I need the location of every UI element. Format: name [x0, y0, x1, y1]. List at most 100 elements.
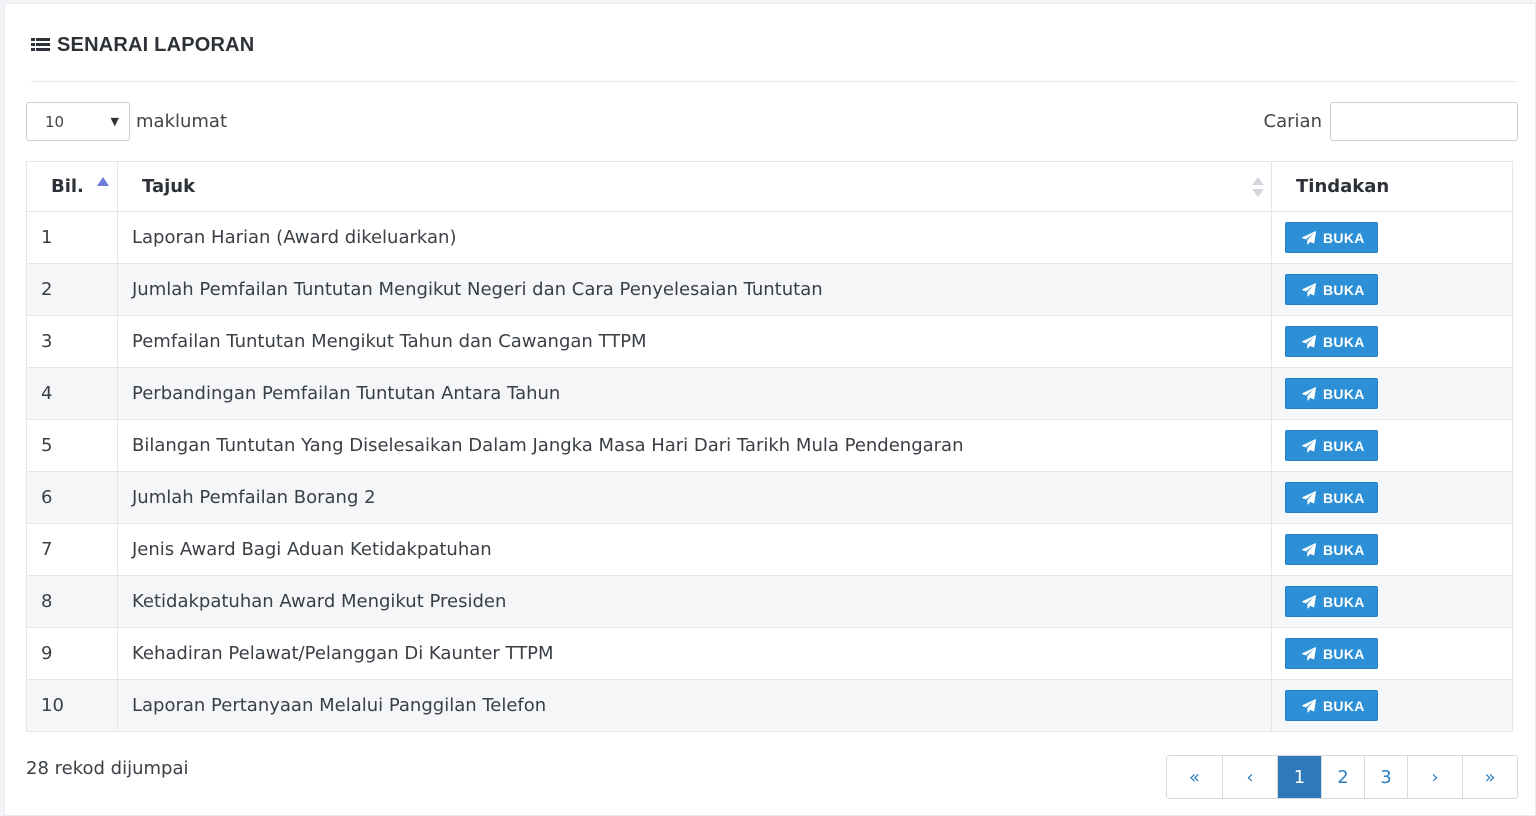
row-title: Jumlah Pemfailan Borang 2 [117, 471, 1272, 524]
row-number: 5 [26, 419, 118, 472]
column-header-tajuk-label: Tajuk [142, 176, 196, 197]
paper-plane-icon [1302, 542, 1316, 556]
row-action: BUKA [1271, 211, 1513, 264]
row-number: 8 [26, 575, 118, 628]
open-report-button-label: BUKA [1323, 697, 1365, 714]
table-row: 7 Jenis Award Bagi Aduan Ketidakpatuhan BU… [26, 523, 1513, 576]
row-action: BUKA [1271, 679, 1513, 732]
open-report-button[interactable]: BUKA [1285, 378, 1378, 409]
entries-per-page-select[interactable]: 10 ▼ [26, 102, 130, 141]
page-title: SENARAI LAPORAN [31, 32, 254, 58]
paper-plane-icon [1302, 438, 1316, 452]
row-number: 10 [26, 679, 118, 732]
open-report-button-label: BUKA [1323, 229, 1365, 246]
page-1-button[interactable]: 1 [1277, 756, 1321, 798]
open-report-button-label: BUKA [1323, 385, 1365, 402]
open-report-button-label: BUKA [1323, 541, 1365, 558]
table-row: 2 Jumlah Pemfailan Tuntutan Mengikut Nege… [26, 263, 1513, 316]
caret-down-icon: ▼ [110, 115, 119, 128]
paper-plane-icon [1302, 646, 1316, 660]
search-label: Carian [1263, 111, 1322, 132]
next-page-button[interactable]: › [1407, 756, 1462, 798]
paper-plane-icon [1302, 490, 1316, 504]
sort-icon [1252, 177, 1264, 197]
open-report-button-label: BUKA [1323, 593, 1365, 610]
row-action: BUKA [1271, 575, 1513, 628]
row-number: 2 [26, 263, 118, 316]
row-title: Laporan Harian (Award dikeluarkan) [117, 211, 1272, 264]
row-title: Jenis Award Bagi Aduan Ketidakpatuhan [117, 523, 1272, 576]
open-report-button[interactable]: BUKA [1285, 586, 1378, 617]
open-report-button[interactable]: BUKA [1285, 222, 1378, 253]
search-box: Carian [1264, 102, 1518, 141]
row-number: 1 [26, 211, 118, 264]
column-header-tajuk[interactable]: Tajuk [117, 161, 1272, 212]
entries-per-page-label: maklumat [136, 111, 228, 132]
pagination: «‹ 1 2 3 ›» [1166, 755, 1518, 799]
table-row: 9 Kehadiran Pelawat/Pelanggan Di Kaunter … [26, 627, 1513, 680]
row-action: BUKA [1271, 367, 1513, 420]
row-title: Jumlah Pemfailan Tuntutan Mengikut Neger… [117, 263, 1272, 316]
paper-plane-icon [1302, 698, 1316, 712]
row-action: BUKA [1271, 523, 1513, 576]
open-report-button[interactable]: BUKA [1285, 430, 1378, 461]
open-report-button-label: BUKA [1323, 333, 1365, 350]
open-report-button-label: BUKA [1323, 281, 1365, 298]
paper-plane-icon [1302, 334, 1316, 348]
row-number: 4 [26, 367, 118, 420]
row-number: 6 [26, 471, 118, 524]
paper-plane-icon [1302, 386, 1316, 400]
row-title: Kehadiran Pelawat/Pelanggan Di Kaunter T… [117, 627, 1272, 680]
paper-plane-icon [1302, 594, 1316, 608]
table-row: 5 Bilangan Tuntutan Yang Diselesaikan Dal… [26, 419, 1513, 472]
first-page-button[interactable]: « [1167, 756, 1222, 798]
row-action: BUKA [1271, 263, 1513, 316]
table-body: 1 Laporan Harian (Award dikeluarkan) BUKA 2… [26, 211, 1513, 732]
open-report-button-label: BUKA [1323, 489, 1365, 506]
open-report-button-label: BUKA [1323, 437, 1365, 454]
sort-ascending-icon [97, 177, 109, 186]
row-action: BUKA [1271, 471, 1513, 524]
table-row: 6 Jumlah Pemfailan Borang 2 BUKA [26, 471, 1513, 524]
paper-plane-icon [1302, 282, 1316, 296]
open-report-button[interactable]: BUKA [1285, 690, 1378, 721]
row-title: Bilangan Tuntutan Yang Diselesaikan Dala… [117, 419, 1272, 472]
column-header-bil[interactable]: Bil. [26, 161, 118, 212]
table-row: 10 Laporan Pertanyaan Melalui Panggilan T… [26, 679, 1513, 732]
column-header-tindakan-label: Tindakan [1296, 176, 1390, 197]
length-menu: 10 ▼ maklumat [26, 102, 227, 141]
row-action: BUKA [1271, 627, 1513, 680]
row-number: 7 [26, 523, 118, 576]
report-table: Bil. Tajuk Tindakan 1 Laporan Harian (Awa… [26, 161, 1513, 732]
table-row: 3 Pemfailan Tuntutan Mengikut Tahun dan C… [26, 315, 1513, 368]
row-title: Laporan Pertanyaan Melalui Panggilan Tel… [117, 679, 1272, 732]
open-report-button[interactable]: BUKA [1285, 638, 1378, 669]
table-row: 1 Laporan Harian (Award dikeluarkan) BUKA [26, 211, 1513, 264]
search-input[interactable] [1330, 102, 1518, 141]
row-number: 3 [26, 315, 118, 368]
open-report-button[interactable]: BUKA [1285, 534, 1378, 565]
open-report-button[interactable]: BUKA [1285, 274, 1378, 305]
row-action: BUKA [1271, 419, 1513, 472]
row-action: BUKA [1271, 315, 1513, 368]
table-row: 4 Perbandingan Pemfailan Tuntutan Antara … [26, 367, 1513, 420]
row-title: Perbandingan Pemfailan Tuntutan Antara T… [117, 367, 1272, 420]
page-3-button[interactable]: 3 [1364, 756, 1407, 798]
column-header-tindakan: Tindakan [1271, 161, 1513, 212]
entries-per-page-value: 10 [45, 112, 65, 131]
row-number: 9 [26, 627, 118, 680]
open-report-button[interactable]: BUKA [1285, 326, 1378, 357]
row-title: Ketidakpatuhan Award Mengikut Presiden [117, 575, 1272, 628]
row-title: Pemfailan Tuntutan Mengikut Tahun dan Ca… [117, 315, 1272, 368]
page-title-text: SENARAI LAPORAN [57, 34, 255, 56]
column-header-bil-label: Bil. [51, 176, 84, 197]
page-2-button[interactable]: 2 [1321, 756, 1364, 798]
paper-plane-icon [1302, 230, 1316, 244]
open-report-button[interactable]: BUKA [1285, 482, 1378, 513]
table-header-row: Bil. Tajuk Tindakan [26, 161, 1513, 212]
list-icon [31, 38, 50, 52]
records-info: 28 rekod dijumpai [26, 758, 189, 779]
previous-page-button[interactable]: ‹ [1222, 756, 1277, 798]
table-row: 8 Ketidakpatuhan Award Mengikut Presiden B… [26, 575, 1513, 628]
last-page-button[interactable]: » [1462, 756, 1517, 798]
